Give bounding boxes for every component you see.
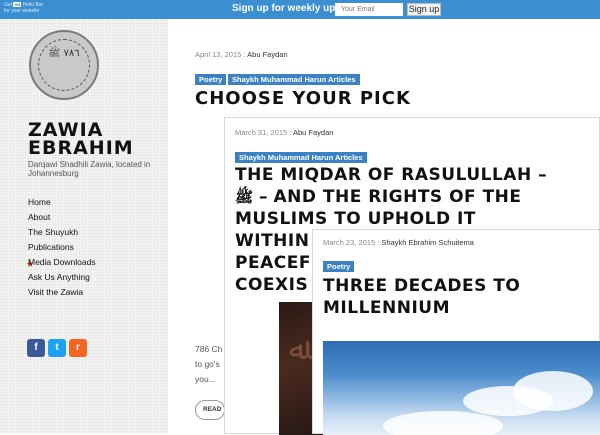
post-meta: March 23, 2015 : Shaykh Ebrahim Schuitem… [323, 238, 474, 247]
main-nav: Home About The Shuyukh Publications Medi… [28, 195, 96, 300]
hello-bar: Get HB Hello Bar for your website Sign u… [0, 0, 600, 19]
post-title[interactable]: CHOOSE YOUR PICK [195, 88, 411, 109]
post-title[interactable]: THREE DECADES TO MILLENNIUM [323, 275, 520, 319]
meta-separator: : [289, 128, 292, 137]
facebook-icon[interactable]: f [27, 339, 45, 357]
signup-button[interactable]: Sign up [407, 3, 441, 16]
site-logo[interactable]: ٧٨٦ ﷺ [29, 30, 99, 100]
post-author[interactable]: Abu Faydan [247, 50, 287, 59]
post-excerpt: 786 Ch to go's you... [195, 342, 222, 387]
rss-icon[interactable]: r [69, 339, 87, 357]
honorific-glyph: ﷺ [235, 188, 254, 206]
nav-item-about[interactable]: About [28, 210, 96, 225]
nav-item-visit[interactable]: Visit the Zawia [28, 285, 96, 300]
post-date: April 13, 2015 [195, 50, 242, 59]
excerpt-line: to go's [195, 359, 220, 369]
nav-item-media-downloads[interactable]: Media Downloads [28, 255, 96, 270]
post-author[interactable]: Abu Faydan [293, 128, 333, 137]
calligraphy-art: ﷲ [289, 332, 307, 367]
post-title-line: THREE DECADES TO [323, 276, 521, 296]
nav-item-ask-us[interactable]: Ask Us Anything [28, 270, 96, 285]
cloud-shape [383, 411, 503, 435]
post-title-text: – AND THE RIGHTS OF THE [259, 187, 522, 207]
site-title-line: EBRAHIM [28, 137, 134, 159]
excerpt-line: you... [195, 374, 216, 384]
seal-ring [38, 39, 90, 91]
hello-bar-logo: HB [13, 2, 22, 7]
promo-text: for your website [4, 8, 40, 14]
post-title-line: MUSLIMS TO UPHOLD IT [235, 209, 476, 229]
email-input[interactable] [335, 3, 403, 16]
post-meta: March 31, 2015 : Abu Faydan [235, 128, 333, 137]
post-date: March 31, 2015 [235, 128, 288, 137]
main-content: April 13, 2015 : Abu Faydan Poetry Shayk… [168, 19, 600, 435]
post-image[interactable] [323, 341, 600, 435]
site-description: Darqawi Shadhili Zawia, located in Johan… [28, 160, 151, 178]
meta-separator: : [243, 50, 246, 59]
tag-harun-articles[interactable]: Shaykh Muhammad Harun Articles [228, 74, 360, 85]
post-title-line: ﷺ – AND THE RIGHTS OF THE [235, 186, 547, 208]
post-meta: April 13, 2015 : Abu Faydan [195, 50, 288, 59]
excerpt-line: 786 Ch [195, 344, 223, 354]
cloud-shape [513, 371, 593, 411]
site-title[interactable]: ZAWIA EBRAHIM [28, 121, 134, 159]
meta-separator: : [377, 238, 380, 247]
read-more-button[interactable]: READ O [195, 400, 225, 420]
tag-harun-articles[interactable]: Shaykh Muhammad Harun Articles [235, 152, 367, 163]
sidebar: ٧٨٦ ﷺ ZAWIA EBRAHIM Darqawi Shadhili Zaw… [0, 19, 168, 434]
tag-poetry[interactable]: Poetry [323, 261, 355, 272]
nav-item-home[interactable]: Home [28, 195, 96, 210]
hello-bar-promo[interactable]: Get HB Hello Bar for your website [4, 2, 43, 14]
tag-poetry[interactable]: Poetry [195, 74, 227, 85]
seal-calligraphy: ٧٨٦ ﷺ [48, 48, 80, 59]
twitter-icon[interactable]: t [48, 339, 66, 357]
nav-item-publications[interactable]: Publications [28, 240, 96, 255]
post-card: March 23, 2015 : Shaykh Ebrahim Schuitem… [312, 229, 600, 435]
post-date: March 23, 2015 [323, 238, 376, 247]
post-author[interactable]: Shaykh Ebrahim Schuitema [381, 238, 474, 247]
post-title-line: THE MIQDAR OF RASULULLAH – [235, 165, 548, 185]
post-title-line: MILLENNIUM [323, 298, 451, 318]
nav-item-shuyukh[interactable]: The Shuyukh [28, 225, 96, 240]
